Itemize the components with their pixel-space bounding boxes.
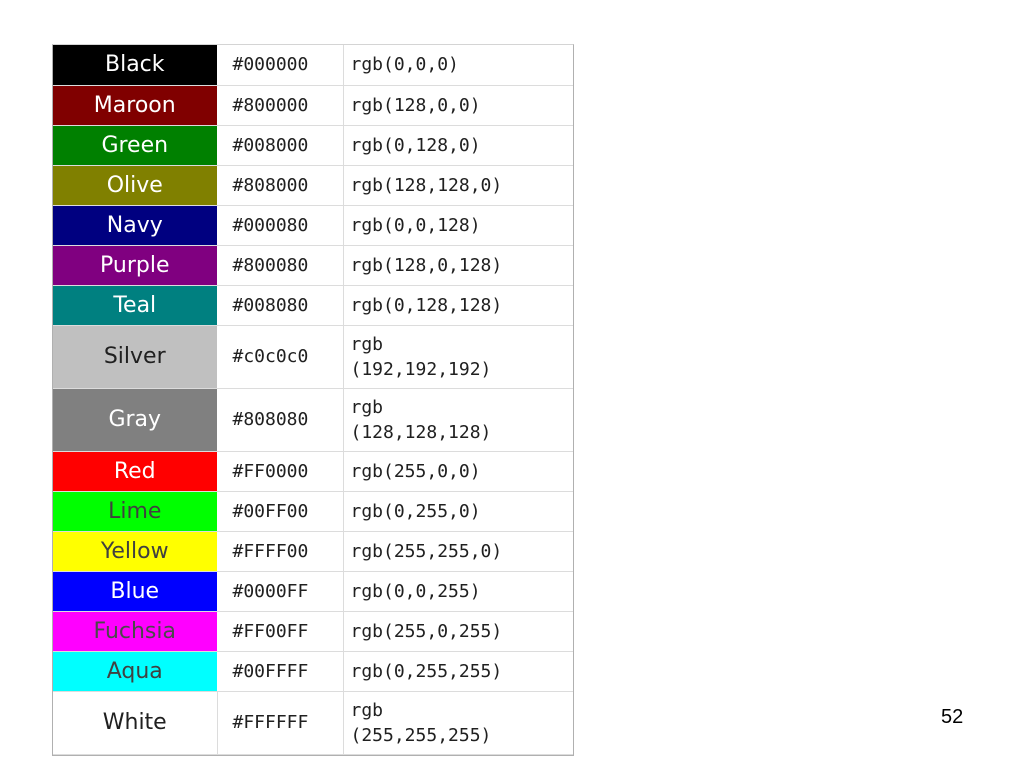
color-swatch-name: Teal <box>53 285 218 326</box>
color-hex-value: #008000 <box>217 125 344 166</box>
color-rgb-value: rgb(255,0,0) <box>343 451 573 492</box>
color-row-aqua: Aqua #00FFFF rgb(0,255,255) <box>53 651 573 692</box>
color-swatch-name: Red <box>53 451 218 492</box>
color-row-olive: Olive #808000 rgb(128,128,0) <box>53 165 573 206</box>
color-hex-value: #800000 <box>217 85 344 126</box>
color-swatch-name: Olive <box>53 165 218 206</box>
color-rgb-value: rgb(0,0,255) <box>343 571 573 612</box>
color-swatch-name: Maroon <box>53 85 218 126</box>
color-swatch-name: Yellow <box>53 531 218 572</box>
color-rgb-value: rgb(128,0,0) <box>343 85 573 126</box>
rgb-components: (128,128,128) <box>350 421 492 443</box>
color-hex-value: #800080 <box>217 245 344 286</box>
color-swatch-name: White <box>53 691 218 755</box>
color-swatch-name: Silver <box>53 325 218 389</box>
color-rgb-value: rgb (192,192,192) <box>343 325 573 389</box>
color-row-fuchsia: Fuchsia #FF00FF rgb(255,0,255) <box>53 611 573 652</box>
color-hex-value: #0000FF <box>217 571 344 612</box>
color-rgb-value: rgb(0,128,128) <box>343 285 573 326</box>
color-hex-value: #00FF00 <box>217 491 344 532</box>
color-row-white: White #FFFFFF rgb (255,255,255) <box>53 691 573 755</box>
color-swatch-name: Black <box>53 45 218 86</box>
color-hex-value: #FFFF00 <box>217 531 344 572</box>
color-swatch-name: Fuchsia <box>53 611 218 652</box>
color-hex-value: #008080 <box>217 285 344 326</box>
color-swatch-name: Green <box>53 125 218 166</box>
color-table-body: Black #000000 rgb(0,0,0) Maroon #800000 rgb(1… <box>53 45 573 755</box>
color-row-blue: Blue #0000FF rgb(0,0,255) <box>53 571 573 612</box>
color-swatch-name: Gray <box>53 388 218 452</box>
color-hex-value: #808080 <box>217 388 344 452</box>
color-row-gray: Gray #808080 rgb (128,128,128) <box>53 388 573 452</box>
color-hex-value: #FFFFFF <box>217 691 344 755</box>
color-rgb-value: rgb(0,0,0) <box>343 45 573 86</box>
color-hex-value: #808000 <box>217 165 344 206</box>
color-row-lime: Lime #00FF00 rgb(0,255,0) <box>53 491 573 532</box>
color-row-purple: Purple #800080 rgb(128,0,128) <box>53 245 573 286</box>
color-row-teal: Teal #008080 rgb(0,128,128) <box>53 285 573 326</box>
page-number: 52 <box>941 706 964 728</box>
color-row-green: Green #008000 rgb(0,128,0) <box>53 125 573 166</box>
color-swatch-name: Blue <box>53 571 218 612</box>
rgb-components: (255,255,255) <box>350 724 492 746</box>
color-rgb-value: rgb(128,0,128) <box>343 245 573 286</box>
color-rgb-value: rgb (128,128,128) <box>343 388 573 452</box>
color-hex-value: #000080 <box>217 205 344 246</box>
color-row-black: Black #000000 rgb(0,0,0) <box>53 45 573 86</box>
color-table-frame: Black #000000 rgb(0,0,0) Maroon #800000 rgb(1… <box>52 44 574 756</box>
color-rgb-value: rgb(0,128,0) <box>343 125 573 166</box>
color-rgb-value: rgb(255,255,0) <box>343 531 573 572</box>
slide: Black #000000 rgb(0,0,0) Maroon #800000 rgb(1… <box>0 0 1024 767</box>
color-rgb-value: rgb(0,255,255) <box>343 651 573 692</box>
color-swatch-name: Navy <box>53 205 218 246</box>
color-hex-value: #FF0000 <box>217 451 344 492</box>
color-swatch-name: Lime <box>53 491 218 532</box>
color-row-yellow: Yellow #FFFF00 rgb(255,255,0) <box>53 531 573 572</box>
color-row-silver: Silver #c0c0c0 rgb (192,192,192) <box>53 325 573 389</box>
rgb-prefix: rgb <box>350 396 384 418</box>
color-hex-value: #000000 <box>217 45 344 86</box>
color-rgb-value: rgb(0,255,0) <box>343 491 573 532</box>
color-rgb-value: rgb(255,0,255) <box>343 611 573 652</box>
color-table: Black #000000 rgb(0,0,0) Maroon #800000 rgb(1… <box>53 45 573 755</box>
color-row-navy: Navy #000080 rgb(0,0,128) <box>53 205 573 246</box>
color-rgb-value: rgb(128,128,0) <box>343 165 573 206</box>
color-hex-value: #c0c0c0 <box>217 325 344 389</box>
rgb-components: (192,192,192) <box>350 358 492 380</box>
rgb-prefix: rgb <box>350 699 384 721</box>
color-rgb-value: rgb (255,255,255) <box>343 691 573 755</box>
color-swatch-name: Aqua <box>53 651 218 692</box>
color-rgb-value: rgb(0,0,128) <box>343 205 573 246</box>
color-hex-value: #00FFFF <box>217 651 344 692</box>
color-hex-value: #FF00FF <box>217 611 344 652</box>
color-row-red: Red #FF0000 rgb(255,0,0) <box>53 451 573 492</box>
rgb-prefix: rgb <box>350 333 384 355</box>
color-row-maroon: Maroon #800000 rgb(128,0,0) <box>53 85 573 126</box>
color-swatch-name: Purple <box>53 245 218 286</box>
